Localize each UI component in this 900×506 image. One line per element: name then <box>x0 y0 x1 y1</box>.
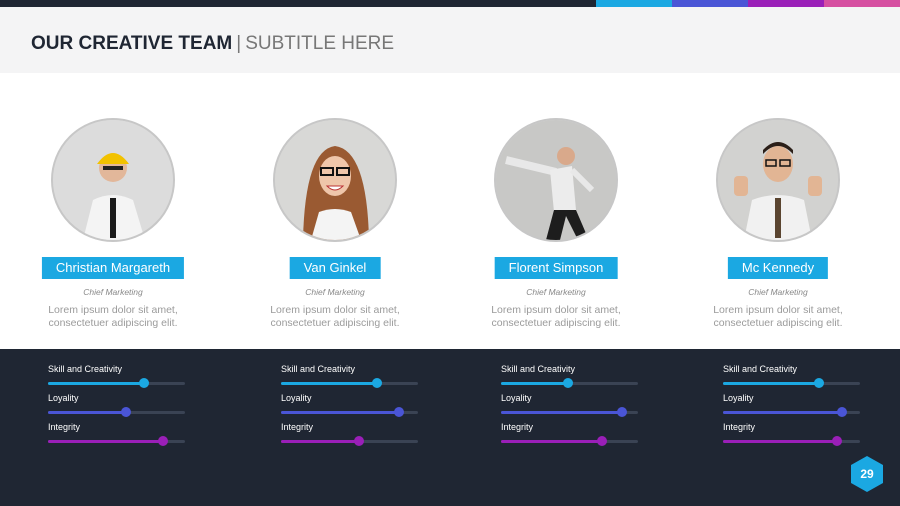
skill-fill <box>723 411 843 414</box>
title-main: OUR CREATIVE TEAM <box>31 33 233 54</box>
skill-handle[interactable] <box>831 436 842 446</box>
skill-label: Integrity <box>501 422 534 432</box>
skill-fill <box>723 440 837 443</box>
member-role: Chief Marketing <box>83 287 143 297</box>
top-bar <box>0 0 900 7</box>
skill-label: Loyality <box>281 393 312 403</box>
skill-track <box>48 407 185 417</box>
skills-group: Skill and Creativity Loyality Integrity <box>281 364 421 451</box>
skill-fill <box>501 382 569 385</box>
title-separator: | <box>236 33 242 54</box>
skill-label: Skill and Creativity <box>48 364 123 374</box>
skill-bar-row: Loyality <box>723 393 863 422</box>
topbar-stripe-pink <box>824 0 900 7</box>
skill-label: Skill and Creativity <box>723 364 798 374</box>
skills-group: Skill and Creativity Loyality Integrity <box>48 364 188 451</box>
description-line-2: consectetuer adipiscing elit. <box>270 317 400 329</box>
skill-track <box>501 378 638 388</box>
person-running-photo-icon <box>494 118 618 242</box>
person-thumbsup-photo-icon <box>716 118 840 242</box>
skill-label: Loyality <box>501 393 532 403</box>
skill-bar-row: Skill and Creativity <box>48 364 188 393</box>
description-line-1: Lorem ipsum dolor sit amet, <box>270 304 400 316</box>
skill-bar-row: Loyality <box>501 393 641 422</box>
skill-track <box>501 436 638 446</box>
member-description: Lorem ipsum dolor sit amet, consectetuer… <box>678 304 878 330</box>
skill-bar-row: Skill and Creativity <box>723 364 863 393</box>
skill-handle[interactable] <box>597 436 608 446</box>
skill-label: Integrity <box>723 422 756 432</box>
skill-fill <box>281 411 399 414</box>
skill-label: Skill and Creativity <box>281 364 356 374</box>
member-name: Mc Kennedy <box>727 257 829 279</box>
skill-fill <box>48 382 144 385</box>
member-name: Van Ginkel <box>289 257 381 279</box>
skill-fill <box>281 440 360 443</box>
skill-handle[interactable] <box>393 407 404 417</box>
skill-bar-row: Integrity <box>501 422 641 451</box>
description-line-1: Lorem ipsum dolor sit amet, <box>48 304 178 316</box>
skills-group: Skill and Creativity Loyality Integrity <box>723 364 863 451</box>
page-number: 29 <box>860 467 874 481</box>
description-line-1: Lorem ipsum dolor sit amet, <box>713 304 843 316</box>
skill-track <box>723 407 860 417</box>
skill-handle[interactable] <box>158 436 169 446</box>
skill-handle[interactable] <box>121 407 132 417</box>
topbar-stripe-indigo <box>672 0 748 7</box>
skill-handle[interactable] <box>616 407 627 417</box>
topbar-stripe-blue <box>596 0 672 7</box>
skill-handle[interactable] <box>354 436 365 446</box>
skill-handle[interactable] <box>563 378 574 388</box>
person-hardhat-photo-icon <box>51 118 175 242</box>
description-line-2: consectetuer adipiscing elit. <box>491 317 621 329</box>
member-role: Chief Marketing <box>305 287 365 297</box>
skill-track <box>501 407 638 417</box>
skill-label: Skill and Creativity <box>501 364 576 374</box>
skill-bar-row: Integrity <box>723 422 863 451</box>
skill-label: Integrity <box>48 422 81 432</box>
skill-track <box>48 436 185 446</box>
skill-fill <box>501 440 603 443</box>
description-line-2: consectetuer adipiscing elit. <box>713 317 843 329</box>
skill-track <box>281 378 418 388</box>
topbar-stripe-purple <box>748 0 824 7</box>
skill-track <box>281 436 418 446</box>
skill-bar-row: Loyality <box>48 393 188 422</box>
skill-bar-row: Skill and Creativity <box>281 364 421 393</box>
member-description: Lorem ipsum dolor sit amet, consectetuer… <box>235 304 435 330</box>
skill-bar-row: Integrity <box>281 422 421 451</box>
skill-fill <box>501 411 622 414</box>
skill-bar-row: Loyality <box>281 393 421 422</box>
skill-fill <box>48 411 127 414</box>
skill-track <box>723 436 860 446</box>
member-name: Florent Simpson <box>494 257 618 279</box>
skill-bar-row: Integrity <box>48 422 188 451</box>
skill-fill <box>281 382 377 385</box>
skill-bar-row: Skill and Creativity <box>501 364 641 393</box>
member-description: Lorem ipsum dolor sit amet, consectetuer… <box>13 304 213 330</box>
skill-handle[interactable] <box>813 378 824 388</box>
page-number-badge: 29 <box>849 455 885 493</box>
skill-handle[interactable] <box>371 378 382 388</box>
skill-handle[interactable] <box>138 378 149 388</box>
member-role: Chief Marketing <box>748 287 808 297</box>
person-woman-glasses-photo-icon <box>273 118 397 242</box>
member-name: Christian Margareth <box>41 257 185 279</box>
title-subtitle: SUBTITLE HERE <box>245 33 395 54</box>
skill-fill <box>48 440 164 443</box>
skill-label: Loyality <box>48 393 79 403</box>
description-line-1: Lorem ipsum dolor sit amet, <box>491 304 621 316</box>
skill-fill <box>723 382 819 385</box>
skill-label: Integrity <box>281 422 314 432</box>
skill-track <box>281 407 418 417</box>
skill-track <box>48 378 185 388</box>
skill-handle[interactable] <box>837 407 848 417</box>
member-description: Lorem ipsum dolor sit amet, consectetuer… <box>456 304 656 330</box>
skill-label: Loyality <box>723 393 754 403</box>
description-line-2: consectetuer adipiscing elit. <box>48 317 178 329</box>
skill-track <box>723 378 860 388</box>
member-role: Chief Marketing <box>526 287 586 297</box>
skills-group: Skill and Creativity Loyality Integrity <box>501 364 641 451</box>
page-title: OUR CREATIVE TEAM | SUBTITLE HERE <box>31 33 394 55</box>
